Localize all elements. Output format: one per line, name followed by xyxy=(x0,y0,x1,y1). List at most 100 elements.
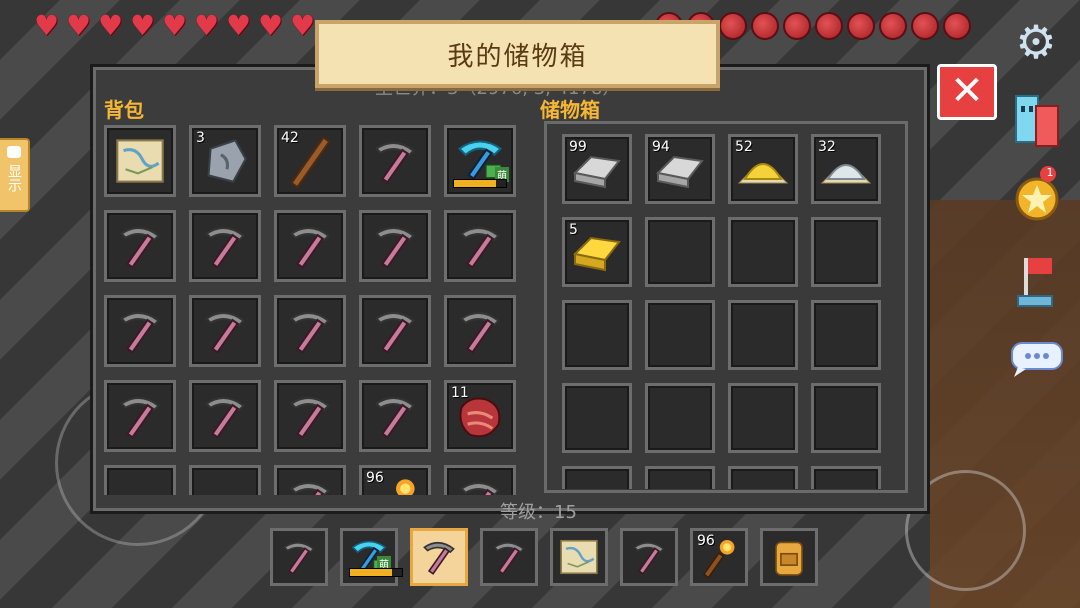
backpack-slot[interactable] xyxy=(359,125,431,197)
chest-slot[interactable] xyxy=(811,466,881,489)
level-text: 等级：15 xyxy=(500,502,577,523)
pickaxe-icon xyxy=(107,383,173,449)
chest-slot[interactable] xyxy=(811,217,881,287)
hotbar-slot[interactable] xyxy=(620,528,678,586)
backpack-slot[interactable] xyxy=(274,210,346,282)
backpack-slot[interactable] xyxy=(444,465,516,495)
chest-slot[interactable] xyxy=(645,383,715,453)
hotbar-slot[interactable]: 96 xyxy=(690,528,748,586)
heart-icon: ♥ xyxy=(129,9,156,42)
heart-icon: ♥ xyxy=(193,9,220,42)
pickaxe-icon xyxy=(277,298,343,364)
health-bar: ♥ ♥ ♥ ♥ ♥ ♥ ♥ ♥ ♥ xyxy=(32,12,317,40)
backpack-slot[interactable]: 11 xyxy=(444,380,516,452)
backpack-slot[interactable] xyxy=(104,210,176,282)
backpack-slot[interactable] xyxy=(189,210,261,282)
pickaxe-icon xyxy=(447,298,513,364)
chest-slot[interactable]: 32 xyxy=(811,134,881,204)
pickaxe-icon xyxy=(277,468,343,495)
chest-slot[interactable] xyxy=(811,300,881,370)
show-tab-label: 显示 xyxy=(6,164,22,192)
show-chat-tab[interactable]: 显示 xyxy=(0,138,30,212)
hotbar-slot[interactable] xyxy=(270,528,328,586)
pickaxe-icon xyxy=(277,383,343,449)
backpack-label: 背包 xyxy=(104,98,144,122)
friends-icon[interactable] xyxy=(1012,92,1062,152)
durability-bar xyxy=(349,568,403,577)
close-button[interactable]: ✕ xyxy=(937,64,997,120)
backpack-slot[interactable] xyxy=(359,380,431,452)
chest-slot[interactable] xyxy=(562,300,632,370)
hunger-icon xyxy=(751,12,779,40)
item-count: 32 xyxy=(818,139,836,155)
chest-slot[interactable]: 5 xyxy=(562,217,632,287)
backpack-slot[interactable] xyxy=(359,210,431,282)
item-count: 11 xyxy=(451,385,469,401)
pickaxe-icon xyxy=(192,213,258,279)
backpack-slot[interactable] xyxy=(189,380,261,452)
chest-slot[interactable] xyxy=(728,383,798,453)
chest-slot[interactable] xyxy=(645,217,715,287)
chest-slot[interactable] xyxy=(728,300,798,370)
chat-icon[interactable] xyxy=(1008,335,1066,379)
chest-slot[interactable]: 94 xyxy=(645,134,715,204)
chest-grid: 99 94 52 32 5 xyxy=(562,134,892,489)
chest-slot[interactable] xyxy=(811,383,881,453)
heart-icon: ♥ xyxy=(225,9,252,42)
backpack-slot[interactable]: 3 xyxy=(189,125,261,197)
chest-slot[interactable] xyxy=(645,300,715,370)
chest-slot[interactable] xyxy=(728,466,798,489)
chest-slot[interactable] xyxy=(728,217,798,287)
item-count: 99 xyxy=(569,139,587,155)
chest-slot[interactable] xyxy=(562,466,632,489)
chest-label: 储物箱 xyxy=(540,98,600,122)
pickaxe-icon xyxy=(623,531,675,583)
settings-gear-icon[interactable]: ⚙ xyxy=(1012,18,1060,66)
hotbar-slot[interactable] xyxy=(480,528,538,586)
chest-slot[interactable]: 52 xyxy=(728,134,798,204)
heart-icon: ♥ xyxy=(97,9,124,42)
hunger-icon xyxy=(783,12,811,40)
hotbar-slot[interactable] xyxy=(410,528,468,586)
backpack-slot[interactable] xyxy=(104,465,176,495)
item-count: 96 xyxy=(697,533,715,549)
hunger-icon xyxy=(911,12,939,40)
backpack-grid: 3 42 萌 11 96 xyxy=(104,125,522,495)
item-count: 94 xyxy=(652,139,670,155)
backpack-slot[interactable]: 42 xyxy=(274,125,346,197)
item-count: 3 xyxy=(196,130,205,146)
hotbar-slot[interactable]: 萌 xyxy=(340,528,403,586)
backpack-slot[interactable] xyxy=(274,380,346,452)
chest-slot[interactable] xyxy=(562,383,632,453)
hunger-icon xyxy=(719,12,747,40)
backpack-slot[interactable] xyxy=(104,380,176,452)
chest-slot[interactable]: 99 xyxy=(562,134,632,204)
pickaxe-icon xyxy=(362,383,428,449)
chat-bubble-icon xyxy=(7,146,21,158)
hunger-icon xyxy=(847,12,875,40)
backpack-slot[interactable] xyxy=(444,295,516,367)
hunger-icon xyxy=(815,12,843,40)
backpack-slot[interactable]: 萌 xyxy=(444,125,516,197)
hotbar-slot[interactable] xyxy=(550,528,608,586)
chest-slot[interactable] xyxy=(645,466,715,489)
pickaxe-icon xyxy=(277,213,343,279)
backpack-slot[interactable] xyxy=(274,465,346,495)
flag-icon[interactable] xyxy=(1014,252,1060,310)
close-icon: ✕ xyxy=(950,68,984,114)
hotbar: 萌 96 xyxy=(270,528,818,586)
panel-title-banner: 我的储物箱 xyxy=(315,20,720,88)
backpack-slot[interactable] xyxy=(104,295,176,367)
backpack-slot[interactable] xyxy=(274,295,346,367)
backpack-slot[interactable] xyxy=(444,210,516,282)
pickaxe-icon xyxy=(192,383,258,449)
backpack-slot[interactable] xyxy=(189,465,261,495)
backpack-slot[interactable] xyxy=(189,295,261,367)
backpack-slot[interactable] xyxy=(359,295,431,367)
backpack-slot[interactable] xyxy=(104,125,176,197)
backpack-slot[interactable]: 96 xyxy=(359,465,431,495)
hotbar-slot[interactable] xyxy=(760,528,818,586)
achievement-count-badge: 1 xyxy=(1046,166,1054,179)
pickaxe-icon xyxy=(447,468,513,495)
shard-icon xyxy=(192,468,258,495)
